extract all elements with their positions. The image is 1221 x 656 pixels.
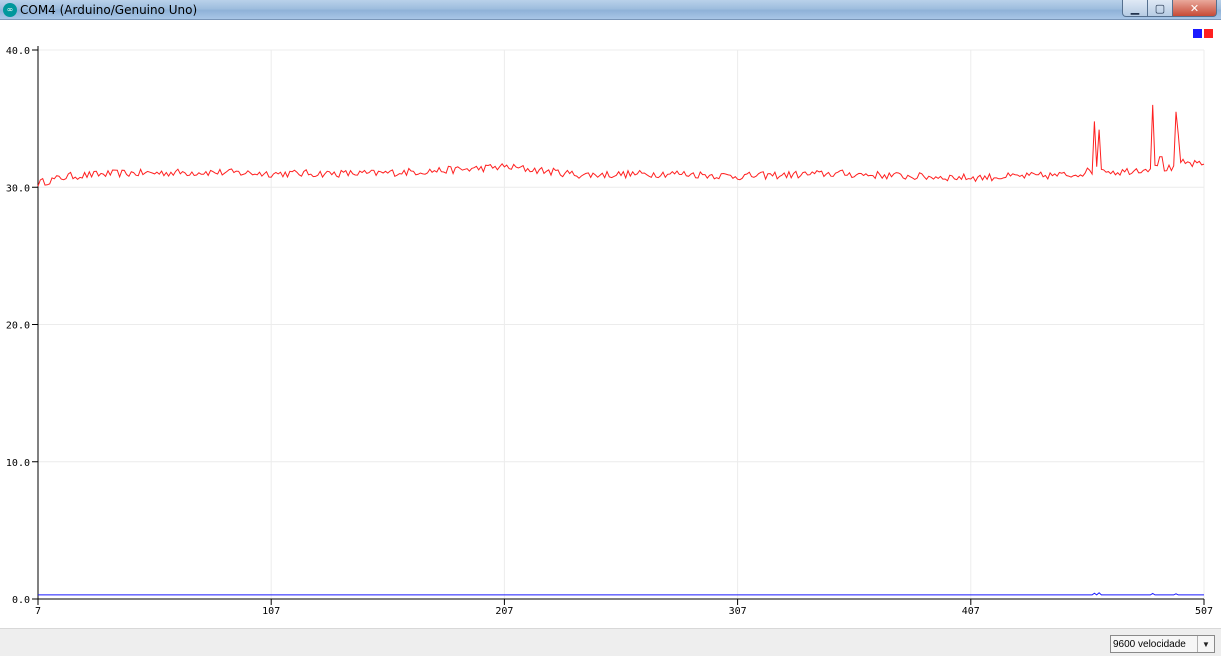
maximize-button[interactable]: ▢ [1148, 0, 1173, 17]
minimize-button[interactable]: ▁ [1122, 0, 1148, 17]
series-line [38, 592, 1204, 596]
x-tick-label: 307 [729, 606, 747, 617]
y-tick-label: 20.0 [6, 321, 30, 332]
bottom-toolbar: 9600 velocidade ▼ [0, 628, 1221, 656]
serial-plotter-chart: 7 107 207 307 407 507 0.0 10.0 20.0 30.0 40.0 [6, 46, 1213, 617]
y-tick-label: 40.0 [6, 46, 30, 57]
minimize-icon: ▁ [1130, 1, 1140, 15]
y-tick-label: 30.0 [6, 183, 30, 194]
x-tick-label: 207 [495, 606, 513, 617]
series-line [37, 104, 1205, 187]
x-tick-label: 7 [35, 606, 41, 617]
window-controls: ▁ ▢ ✕ [1122, 0, 1217, 18]
arduino-icon: ∞ [3, 3, 17, 17]
baud-rate-value: 9600 velocidade [1113, 638, 1186, 650]
maximize-icon: ▢ [1154, 1, 1166, 15]
x-tick-label: 107 [262, 606, 280, 617]
close-button[interactable]: ✕ [1173, 0, 1217, 17]
chart-grid [38, 49, 1205, 599]
x-tick-label: 407 [962, 606, 980, 617]
window-title: COM4 (Arduino/Genuino Uno) [20, 3, 198, 17]
baud-rate-select[interactable]: 9600 velocidade ▼ [1110, 635, 1215, 653]
chevron-down-icon[interactable]: ▼ [1197, 636, 1214, 652]
x-tick-label: 507 [1195, 606, 1213, 617]
chart-series [37, 104, 1205, 596]
y-tick-label: 10.0 [6, 458, 30, 469]
window-titlebar: ∞ COM4 (Arduino/Genuino Uno) ▁ ▢ ✕ [0, 0, 1221, 20]
chart-axes: 7 107 207 307 407 507 0.0 10.0 20.0 30.0 40.0 [6, 46, 1213, 617]
y-tick-label: 0.0 [12, 595, 30, 606]
close-icon: ✕ [1189, 1, 1200, 15]
